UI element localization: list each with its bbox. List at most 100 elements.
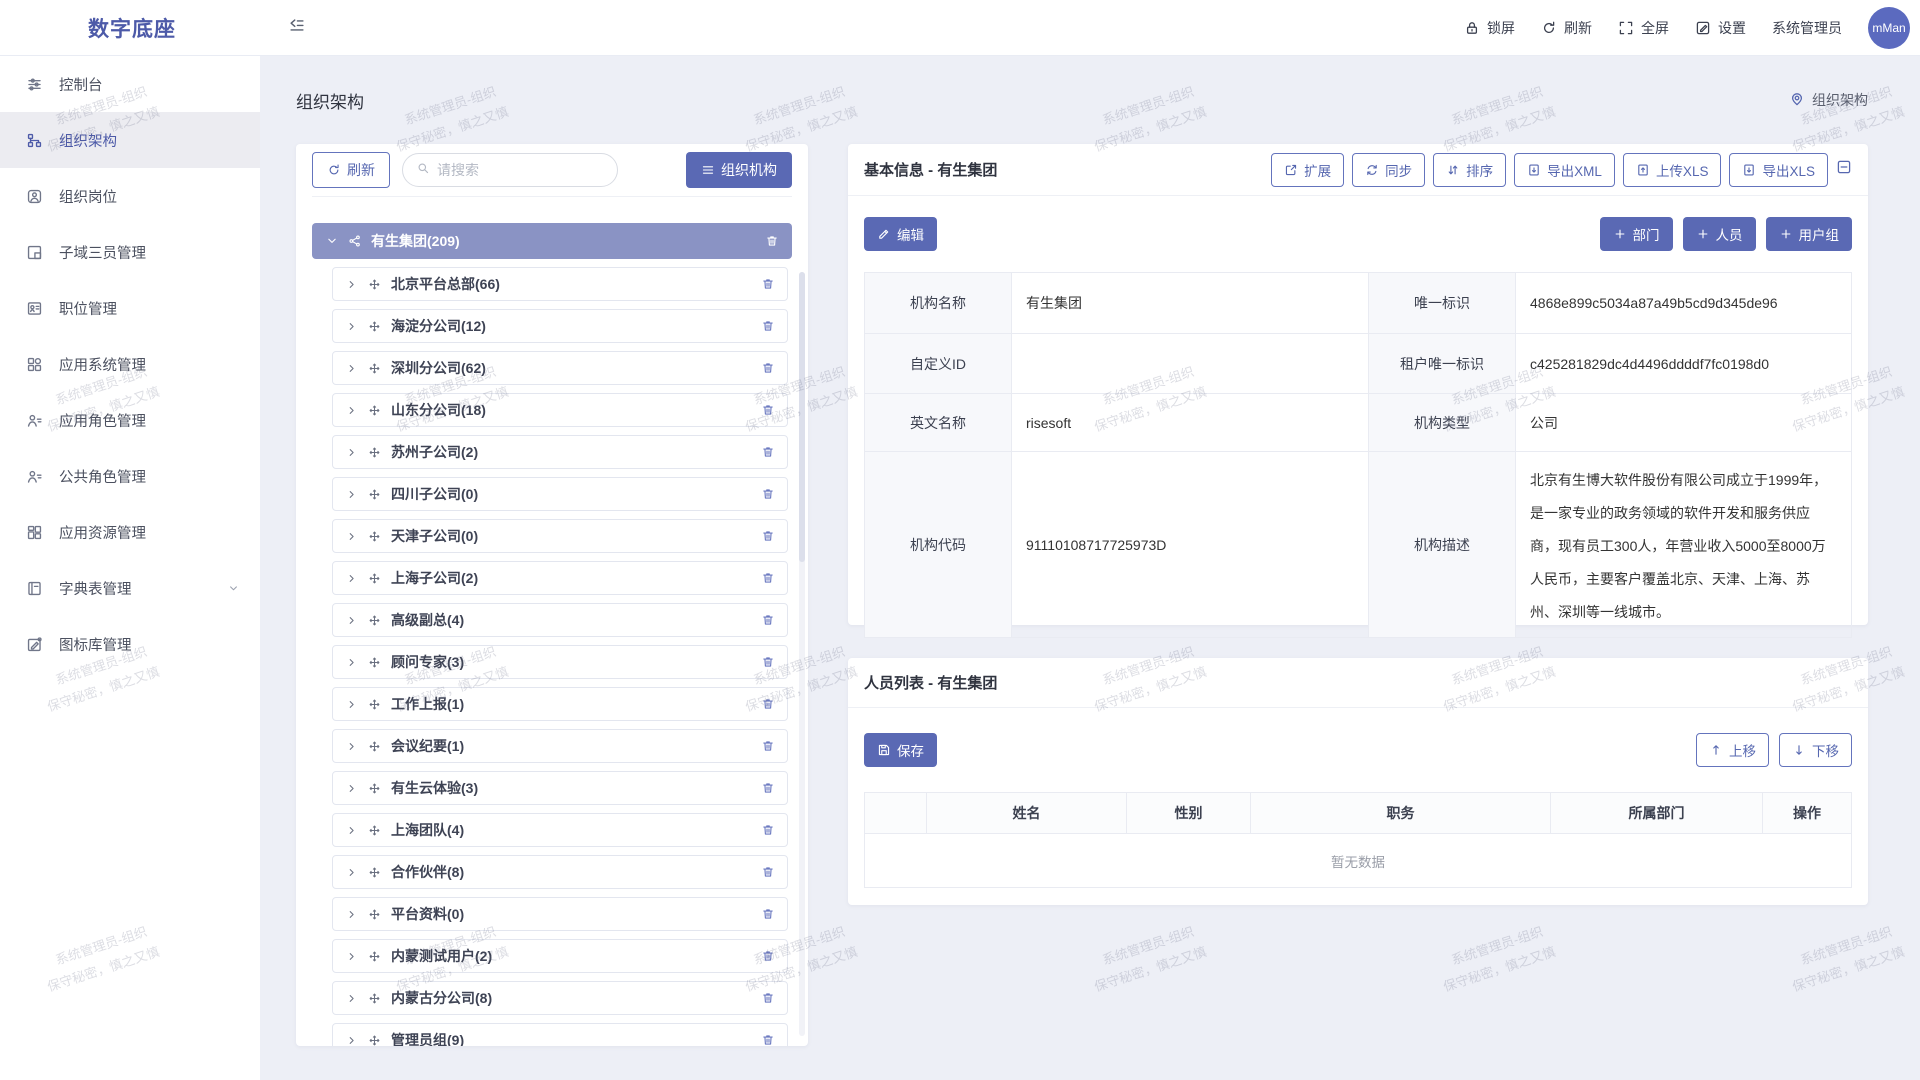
- trash-icon[interactable]: [761, 907, 775, 921]
- trash-icon[interactable]: [761, 655, 775, 669]
- sidebar-item-8[interactable]: 应用资源管理: [0, 504, 260, 560]
- trash-icon[interactable]: [761, 445, 775, 459]
- tree-node-2[interactable]: 深圳分公司(62): [332, 351, 788, 385]
- minus-square-icon: [1836, 159, 1852, 175]
- personnel-panel: 人员列表 - 有生集团 保存 上移 下移 姓名性别职务所属部门操作 暂无数据: [848, 658, 1868, 905]
- sidebar-item-7[interactable]: 公共角色管理: [0, 448, 260, 504]
- tree-node-6[interactable]: 天津子公司(0): [332, 519, 788, 553]
- sidebar-item-10[interactable]: 图标库管理: [0, 616, 260, 672]
- tree-node-17[interactable]: 内蒙古分公司(8): [332, 981, 788, 1015]
- trash-icon[interactable]: [761, 529, 775, 543]
- tree-node-1[interactable]: 海淀分公司(12): [332, 309, 788, 343]
- tree-node-3[interactable]: 山东分公司(18): [332, 393, 788, 427]
- sidebar-item-1[interactable]: 组织架构: [0, 112, 260, 168]
- top-header: 数字底座 锁屏刷新全屏设置 系统管理员 mMan: [0, 0, 1920, 56]
- header-action-refresh[interactable]: 刷新: [1541, 18, 1592, 38]
- sidebar-item-9[interactable]: 字典表管理: [0, 560, 260, 616]
- field-value: c425281829dc4d4496ddddf7fc0198d0: [1516, 334, 1851, 393]
- org-structure-button[interactable]: 组织机构: [686, 152, 792, 188]
- current-user-label[interactable]: 系统管理员: [1772, 18, 1842, 38]
- trash-icon[interactable]: [761, 865, 775, 879]
- refresh-button[interactable]: 刷新: [312, 152, 390, 188]
- sort-button[interactable]: 排序: [1433, 153, 1506, 187]
- breadcrumb-label: 组织架构: [1812, 90, 1868, 110]
- upload-xls-button[interactable]: 上传XLS: [1623, 153, 1722, 187]
- trash-icon[interactable]: [761, 487, 775, 501]
- trash-icon[interactable]: [761, 739, 775, 753]
- tree-root-node[interactable]: 有生集团(209): [312, 223, 792, 259]
- add-department-button[interactable]: 部门: [1600, 217, 1673, 251]
- edit-button[interactable]: 编辑: [864, 217, 937, 251]
- tree-node-16[interactable]: 内蒙测试用户(2): [332, 939, 788, 973]
- tree-node-7[interactable]: 上海子公司(2): [332, 561, 788, 595]
- chevron-right-icon: [345, 824, 358, 837]
- trash-icon[interactable]: [761, 697, 775, 711]
- trash-icon[interactable]: [761, 823, 775, 837]
- column-header-5: 操作: [1763, 793, 1851, 833]
- tree-scrollbar[interactable]: [799, 272, 805, 1036]
- tree-node-11[interactable]: 会议纪要(1): [332, 729, 788, 763]
- chevron-right-icon: [345, 404, 358, 417]
- collapse-sidebar-button[interactable]: [288, 16, 306, 39]
- chevron-right-icon: [345, 698, 358, 711]
- header-action-label: 全屏: [1641, 18, 1669, 38]
- arrow-down-icon: [1792, 743, 1806, 757]
- trash-icon[interactable]: [761, 319, 775, 333]
- tree-node-4[interactable]: 苏州子公司(2): [332, 435, 788, 469]
- trash-icon[interactable]: [761, 571, 775, 585]
- export-xls-button[interactable]: 导出XLS: [1729, 153, 1828, 187]
- add-user-group-button[interactable]: 用户组: [1766, 217, 1853, 251]
- tree-node-label: 山东分公司(18): [391, 400, 486, 420]
- sidebar-item-label: 字典表管理: [59, 578, 132, 599]
- header-action-fullscreen[interactable]: 全屏: [1618, 18, 1669, 38]
- trash-icon[interactable]: [761, 1033, 775, 1046]
- trash-icon[interactable]: [761, 991, 775, 1005]
- sidebar-item-4[interactable]: 职位管理: [0, 280, 260, 336]
- post-icon: [26, 188, 43, 205]
- export-xml-button[interactable]: 导出XML: [1514, 153, 1615, 187]
- header-action-settings[interactable]: 设置: [1695, 18, 1746, 38]
- sidebar-item-0[interactable]: 控制台: [0, 56, 260, 112]
- move-up-button[interactable]: 上移: [1696, 733, 1769, 767]
- trash-icon[interactable]: [765, 234, 779, 248]
- tree-node-12[interactable]: 有生云体验(3): [332, 771, 788, 805]
- tree-node-14[interactable]: 合作伙伴(8): [332, 855, 788, 889]
- tree-node-9[interactable]: 顾问专家(3): [332, 645, 788, 679]
- basic-info-header: 基本信息 - 有生集团 扩展同步排序导出XML上传XLS导出XLS: [848, 144, 1868, 196]
- sync-label: 同步: [1385, 160, 1412, 180]
- trash-icon[interactable]: [761, 403, 775, 417]
- sidebar-item-6[interactable]: 应用角色管理: [0, 392, 260, 448]
- move-icon: [368, 866, 381, 879]
- trash-icon[interactable]: [761, 277, 775, 291]
- save-button[interactable]: 保存: [864, 733, 937, 767]
- tree-node-label: 平台资料(0): [391, 904, 464, 924]
- tree-node-15[interactable]: 平台资料(0): [332, 897, 788, 931]
- tree-node-18[interactable]: 管理员组(9): [332, 1023, 788, 1046]
- tree-node-13[interactable]: 上海团队(4): [332, 813, 788, 847]
- trash-icon[interactable]: [761, 361, 775, 375]
- sidebar-item-2[interactable]: 组织岗位: [0, 168, 260, 224]
- header-action-lock[interactable]: 锁屏: [1464, 18, 1515, 38]
- trash-icon[interactable]: [761, 613, 775, 627]
- sync-button[interactable]: 同步: [1352, 153, 1425, 187]
- avatar[interactable]: mMan: [1868, 7, 1910, 49]
- move-icon: [368, 446, 381, 459]
- collapse-panel-icon[interactable]: [1836, 159, 1852, 180]
- trash-icon[interactable]: [761, 949, 775, 963]
- tree-node-10[interactable]: 工作上报(1): [332, 687, 788, 721]
- chevron-right-icon: [345, 950, 358, 963]
- expand-button[interactable]: 扩展: [1271, 153, 1344, 187]
- tree-node-8[interactable]: 高级副总(4): [332, 603, 788, 637]
- sidebar-item-5[interactable]: 应用系统管理: [0, 336, 260, 392]
- trash-icon[interactable]: [761, 781, 775, 795]
- tree-node-label: 管理员组(9): [391, 1030, 464, 1046]
- add-person-button[interactable]: 人员: [1683, 217, 1756, 251]
- tree-node-0[interactable]: 北京平台总部(66): [332, 267, 788, 301]
- move-down-button[interactable]: 下移: [1779, 733, 1852, 767]
- sidebar-item-label: 组织架构: [59, 130, 117, 151]
- field-label: 英文名称: [865, 394, 1012, 451]
- search-input[interactable]: [437, 162, 604, 178]
- move-icon: [368, 488, 381, 501]
- sidebar-item-3[interactable]: 子域三员管理: [0, 224, 260, 280]
- tree-node-5[interactable]: 四川子公司(0): [332, 477, 788, 511]
